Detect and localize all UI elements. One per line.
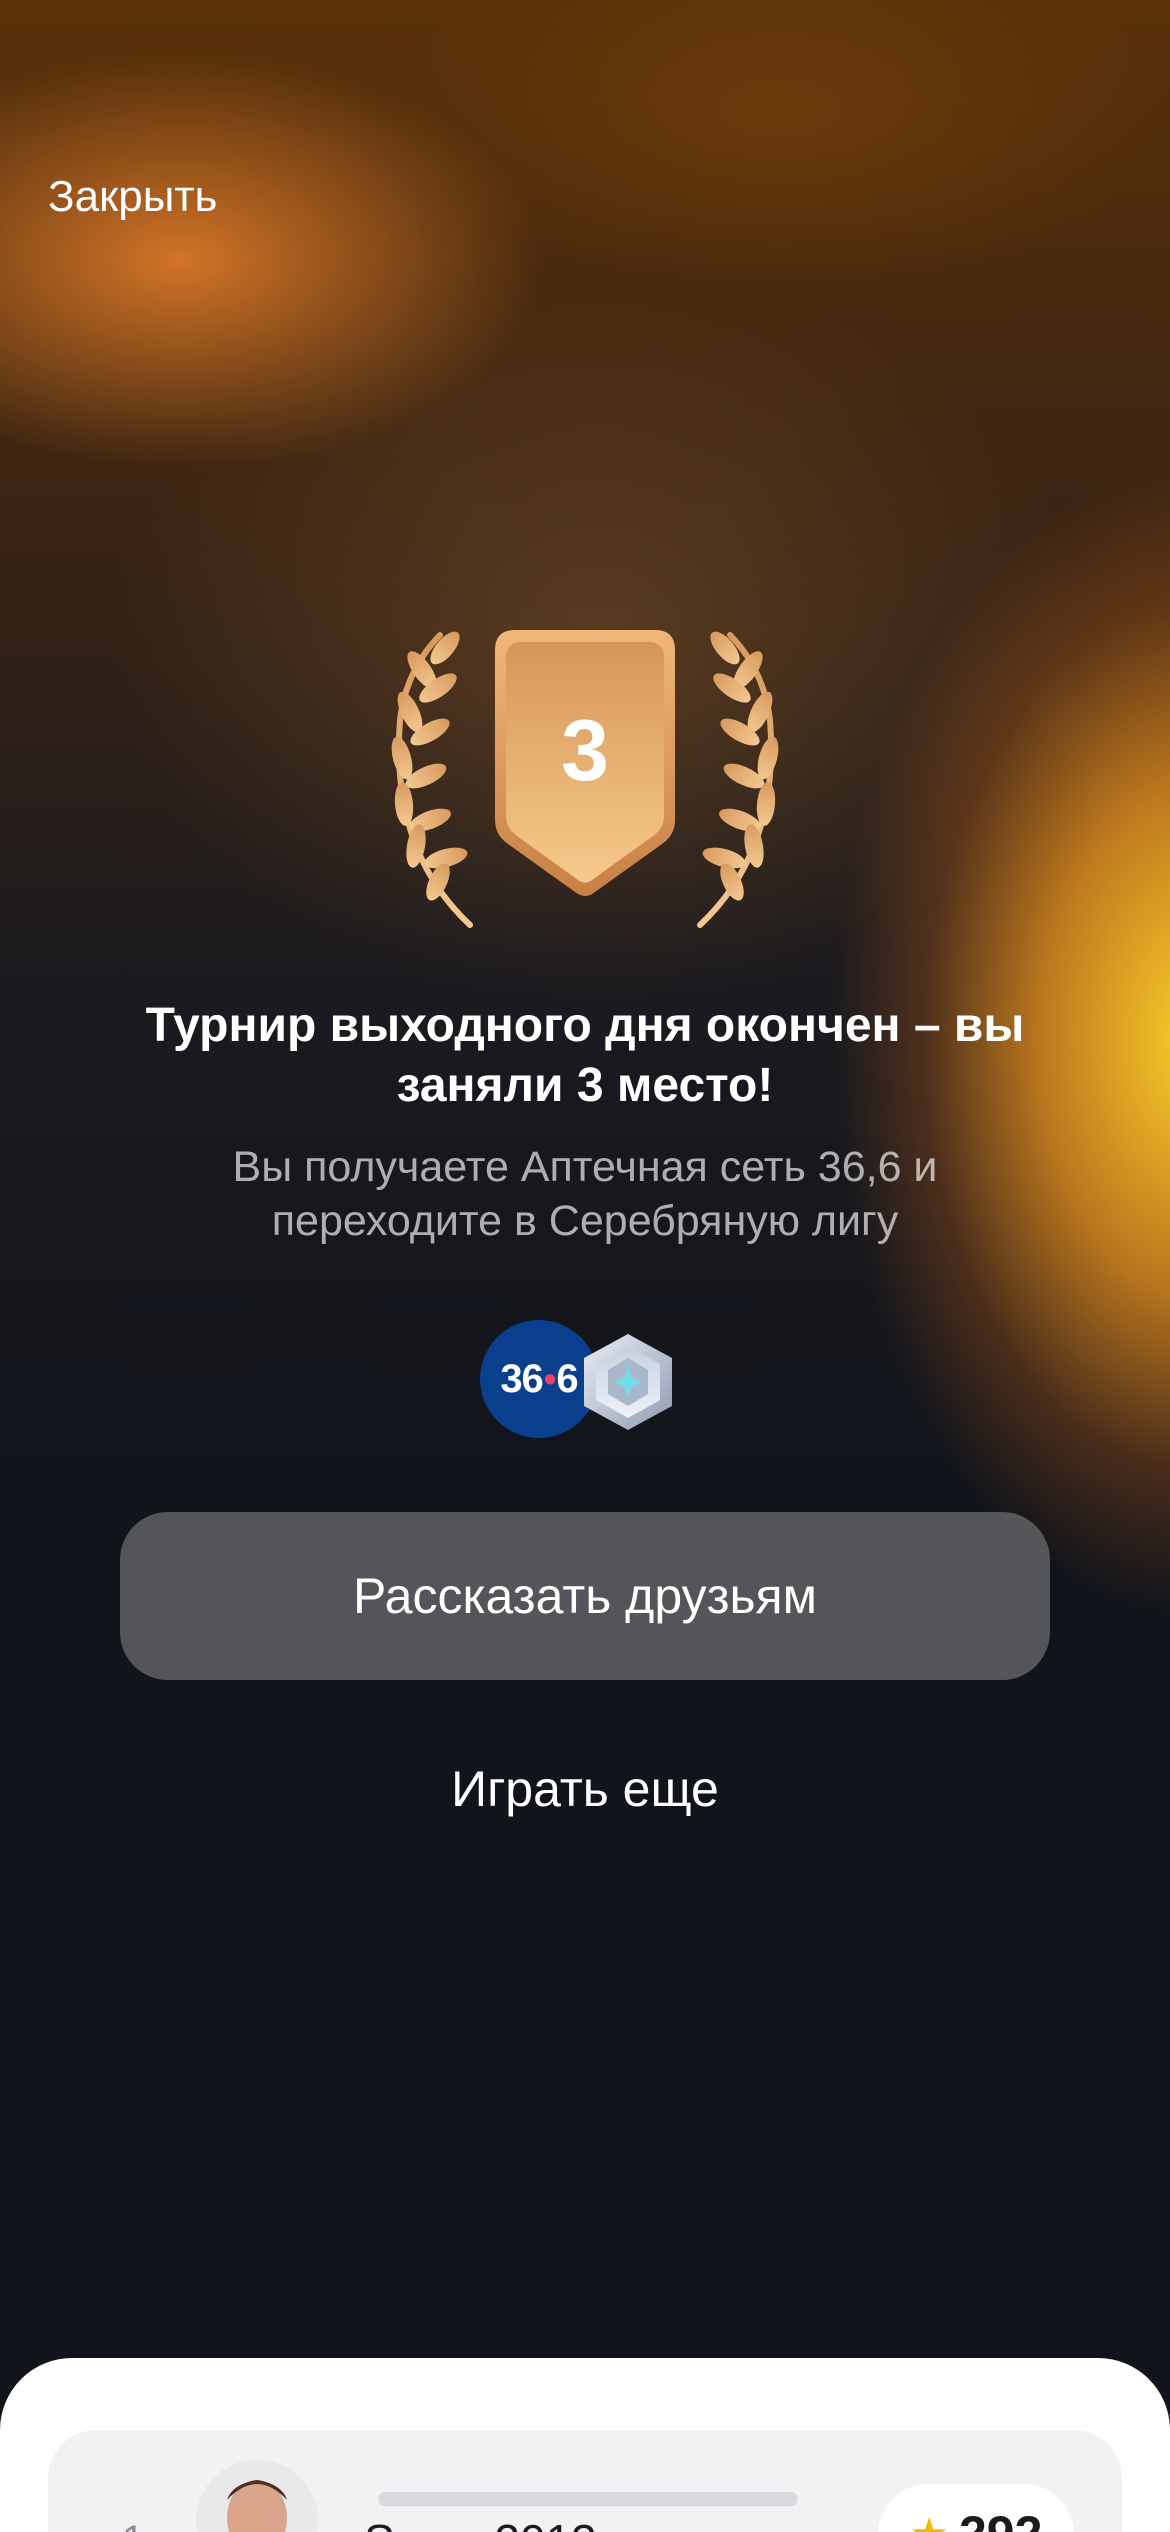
silver-league-icon xyxy=(584,1334,672,1430)
close-button[interactable]: Закрыть xyxy=(48,172,217,222)
name-progress-bar xyxy=(378,2492,798,2506)
result-subtitle: Вы получаете Аптечная сеть 36,6 и перехо… xyxy=(232,1143,938,1245)
result-title: Турнир выходного дня окончен – вы заняли… xyxy=(145,999,1025,1112)
play-again-button[interactable]: Играть еще xyxy=(285,1760,885,1818)
pharmacy-logo-left: 36 xyxy=(500,1356,543,1401)
star-icon: ★ xyxy=(910,2509,949,2532)
left-laurel-icon xyxy=(391,631,473,928)
share-with-friends-button[interactable]: Рассказать друзьям xyxy=(120,1512,1050,1680)
leaderboard-score: 292 xyxy=(959,2505,1042,2532)
score-pill: ★ 292 xyxy=(878,2484,1074,2532)
leaderboard-rank: 1 xyxy=(122,2518,144,2532)
badge-place-number: 3 xyxy=(561,703,609,799)
user-avatar-icon xyxy=(196,2460,318,2532)
pharmacy-logo-right: 6 xyxy=(556,1356,578,1401)
leaderboard-row[interactable]: 1 Sanay2013 ★ 292 xyxy=(48,2430,1122,2532)
place-badge-emblem: 3 xyxy=(350,630,820,930)
avatar xyxy=(196,2460,318,2532)
leaderboard-sheet[interactable]: 1 Sanay2013 ★ 292 xyxy=(0,2358,1170,2532)
leaderboard-username: Sanay2013 xyxy=(364,2514,597,2532)
right-laurel-icon xyxy=(697,631,779,928)
rewards-row: 36 • 6 xyxy=(480,1318,680,1442)
background-gradient xyxy=(0,0,1170,2532)
laurel-badge-icon: 3 xyxy=(391,630,779,928)
